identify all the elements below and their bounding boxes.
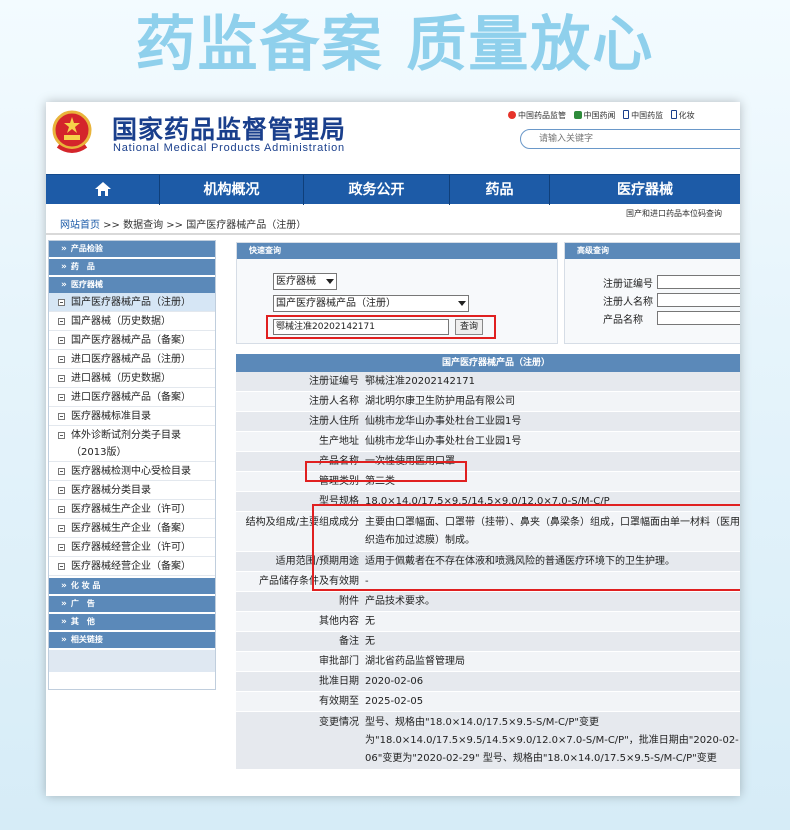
- site-title-en: National Medical Products Administration: [113, 142, 345, 154]
- collapse-icon: [58, 299, 65, 306]
- chevron-down-icon: [458, 301, 466, 306]
- breadcrumb: 网站首页 >> 数据查询 >> 国产医疗器械产品（注册）: [60, 220, 307, 231]
- drug-code-query-link[interactable]: 国产和进口药品本位码查询: [626, 208, 722, 219]
- divider: [46, 233, 740, 235]
- main-nav: 机构概况 政务公开 药品 医疗器械: [46, 174, 740, 205]
- top-link-wechat[interactable]: 中国药闻: [573, 111, 616, 120]
- collapse-icon: [58, 318, 65, 325]
- collapse-icon: [58, 544, 65, 551]
- nav-item-medical-devices[interactable]: 医疗器械: [550, 175, 740, 205]
- sidebar-item[interactable]: 体外诊断试剂分类子目录（2013版）: [49, 426, 215, 462]
- quick-query-title: 快速查询: [237, 243, 557, 259]
- breadcrumb-data-query[interactable]: 数据查询: [123, 220, 163, 231]
- sidebar-section-cosmetics[interactable]: 化 妆 品: [49, 578, 215, 594]
- home-icon: [94, 182, 111, 196]
- site-header: 国家药品监督管理局 National Medical Products Admi…: [46, 102, 740, 174]
- sidebar-item[interactable]: 医疗器械分类目录: [49, 481, 215, 500]
- sidebar-item[interactable]: 医疗器械经营企业（备案）: [49, 557, 215, 576]
- collapse-icon: [58, 468, 65, 475]
- chevron-down-icon: [326, 279, 334, 284]
- reg-no-label: 注册证编号: [603, 279, 653, 290]
- sidebar-section-drugs[interactable]: 药 品: [49, 259, 215, 275]
- table-row: 变更情况 型号、规格由"18.0×14.0/17.5×9.5-S/M-C/P"变更…: [236, 712, 740, 770]
- sidebar-item[interactable]: 医疗器械生产企业（许可）: [49, 500, 215, 519]
- sidebar-item[interactable]: 国产医疗器械产品（备案）: [49, 331, 215, 350]
- collapse-icon: [58, 375, 65, 382]
- site-title-cn: 国家药品监督管理局: [112, 115, 347, 144]
- sidebar-item[interactable]: 医疗器械检测中心受检目录: [49, 462, 215, 481]
- registrant-label: 注册人名称: [603, 297, 653, 308]
- nav-item-government-affairs[interactable]: 政务公开: [304, 175, 450, 205]
- sidebar-section-devices[interactable]: 医疗器械: [49, 277, 215, 293]
- table-row: 生产地址 仙桃市龙华山办事处杜台工业园1号: [236, 432, 740, 452]
- database-select[interactable]: 国产医疗器械产品（注册）: [273, 295, 469, 312]
- registrant-input[interactable]: [657, 293, 740, 307]
- nav-item-drugs[interactable]: 药品: [450, 175, 550, 205]
- top-link-mobile-2[interactable]: 化妆: [670, 110, 695, 120]
- sidebar-footer: [49, 650, 215, 672]
- advanced-query-panel: 高级查询 注册证编号 注册人名称 产品名称: [564, 242, 740, 344]
- sidebar-item[interactable]: 医疗器械经营企业（许可）: [49, 538, 215, 557]
- collapse-icon: [58, 394, 65, 401]
- table-title: 国产医疗器械产品（注册）: [236, 354, 740, 372]
- sidebar-item[interactable]: 国产医疗器械产品（注册）: [49, 293, 215, 312]
- mobile-icon: [623, 110, 630, 119]
- table-row: 注册人名称 湖北明尔康卫生防护用品有限公司: [236, 392, 740, 412]
- breadcrumb-current: 国产医疗器械产品（注册）: [186, 220, 307, 231]
- collapse-icon: [58, 506, 65, 513]
- sidebar-item[interactable]: 进口器械（历史数据）: [49, 369, 215, 388]
- table-row: 注册证编号 鄂械注准20202142171: [236, 372, 740, 392]
- table-row: 有效期至 2025-02-05: [236, 692, 740, 712]
- reg-no-input[interactable]: [657, 275, 740, 289]
- sidebar-item[interactable]: 国产器械（历史数据）: [49, 312, 215, 331]
- category-select[interactable]: 医疗器械: [273, 273, 337, 290]
- sidebar-item[interactable]: 进口医疗器械产品（注册）: [49, 350, 215, 369]
- table-row: 审批部门 湖北省药品监督管理局: [236, 652, 740, 672]
- collapse-icon: [58, 487, 65, 494]
- promo-banner-title: 药监备案 质量放心: [135, 10, 655, 80]
- sidebar-section-other[interactable]: 其 他: [49, 614, 215, 630]
- table-row: 附件 产品技术要求。: [236, 592, 740, 612]
- sidebar-section-inspection[interactable]: 产品检验: [49, 241, 215, 257]
- nav-home[interactable]: [46, 175, 160, 205]
- collapse-icon: [58, 413, 65, 420]
- collapse-icon: [58, 563, 65, 570]
- product-name-label: 产品名称: [603, 315, 643, 326]
- sidebar-section-links[interactable]: 相关链接: [49, 632, 215, 648]
- collapse-icon: [58, 525, 65, 532]
- site-search-input[interactable]: [520, 129, 740, 149]
- table-row: 注册人住所 仙桃市龙华山办事处杜台工业园1号: [236, 412, 740, 432]
- collapse-icon: [58, 356, 65, 363]
- weibo-icon: [508, 111, 516, 119]
- collapse-icon: [58, 337, 65, 344]
- wechat-icon: [573, 111, 582, 119]
- table-row: 其他内容无: [236, 612, 740, 632]
- top-links: 中国药品监管 中国药闻 中国药监 化妆: [508, 110, 740, 121]
- national-emblem-icon: [52, 110, 92, 153]
- table-row: 备注无: [236, 632, 740, 652]
- product-name-input[interactable]: [657, 311, 740, 325]
- top-link-mobile[interactable]: 中国药监: [623, 110, 663, 120]
- highlight-box-query: [266, 315, 496, 339]
- advanced-query-title: 高级查询: [565, 243, 740, 259]
- sidebar-item[interactable]: 医疗器械生产企业（备案）: [49, 519, 215, 538]
- highlight-box-product-name: [305, 461, 467, 482]
- top-link-weibo[interactable]: 中国药品监管: [508, 111, 566, 120]
- sidebar-item[interactable]: 医疗器械标准目录: [49, 407, 215, 426]
- table-row: 批准日期 2020-02-06: [236, 672, 740, 692]
- mobile-icon: [670, 110, 677, 119]
- collapse-icon: [58, 432, 65, 439]
- sidebar-item[interactable]: 进口医疗器械产品（备案）: [49, 388, 215, 407]
- sidebar: 产品检验 药 品 医疗器械 国产医疗器械产品（注册） 国产器械（历史数据） 国产…: [48, 240, 216, 690]
- breadcrumb-home[interactable]: 网站首页: [60, 220, 100, 231]
- screenshot-frame: 国家药品监督管理局 National Medical Products Admi…: [46, 102, 740, 796]
- sidebar-section-ads[interactable]: 广 告: [49, 596, 215, 612]
- nav-item-institution[interactable]: 机构概况: [160, 175, 304, 205]
- highlight-box-spec-usage: [312, 504, 740, 591]
